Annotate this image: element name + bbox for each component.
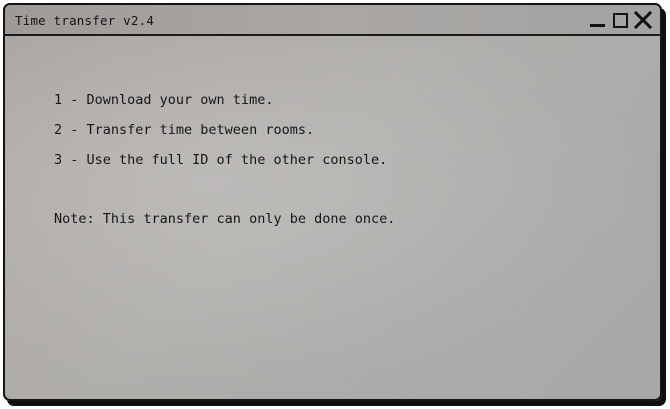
minimize-icon [590, 24, 605, 27]
instruction-step-3: 3 - Use the full ID of the other console… [54, 152, 388, 168]
title-bar[interactable]: Time transfer v2.4 [5, 5, 660, 36]
minimize-button[interactable] [588, 11, 606, 29]
transfer-note: Note: This transfer can only be done onc… [54, 211, 396, 227]
maximize-button[interactable] [611, 11, 629, 29]
window-title: Time transfer v2.4 [15, 13, 155, 28]
close-button[interactable] [634, 11, 652, 29]
maximize-icon [613, 13, 628, 28]
window-controls [588, 10, 652, 30]
instruction-step-1: 1 - Download your own time. [54, 92, 274, 108]
instruction-step-2: 2 - Transfer time between rooms. [54, 122, 315, 138]
instructions-panel: 1 - Download your own time. 2 - Transfer… [54, 91, 395, 228]
app-window: Time transfer v2.4 1 - Download your own… [3, 3, 662, 401]
close-icon [634, 11, 652, 29]
